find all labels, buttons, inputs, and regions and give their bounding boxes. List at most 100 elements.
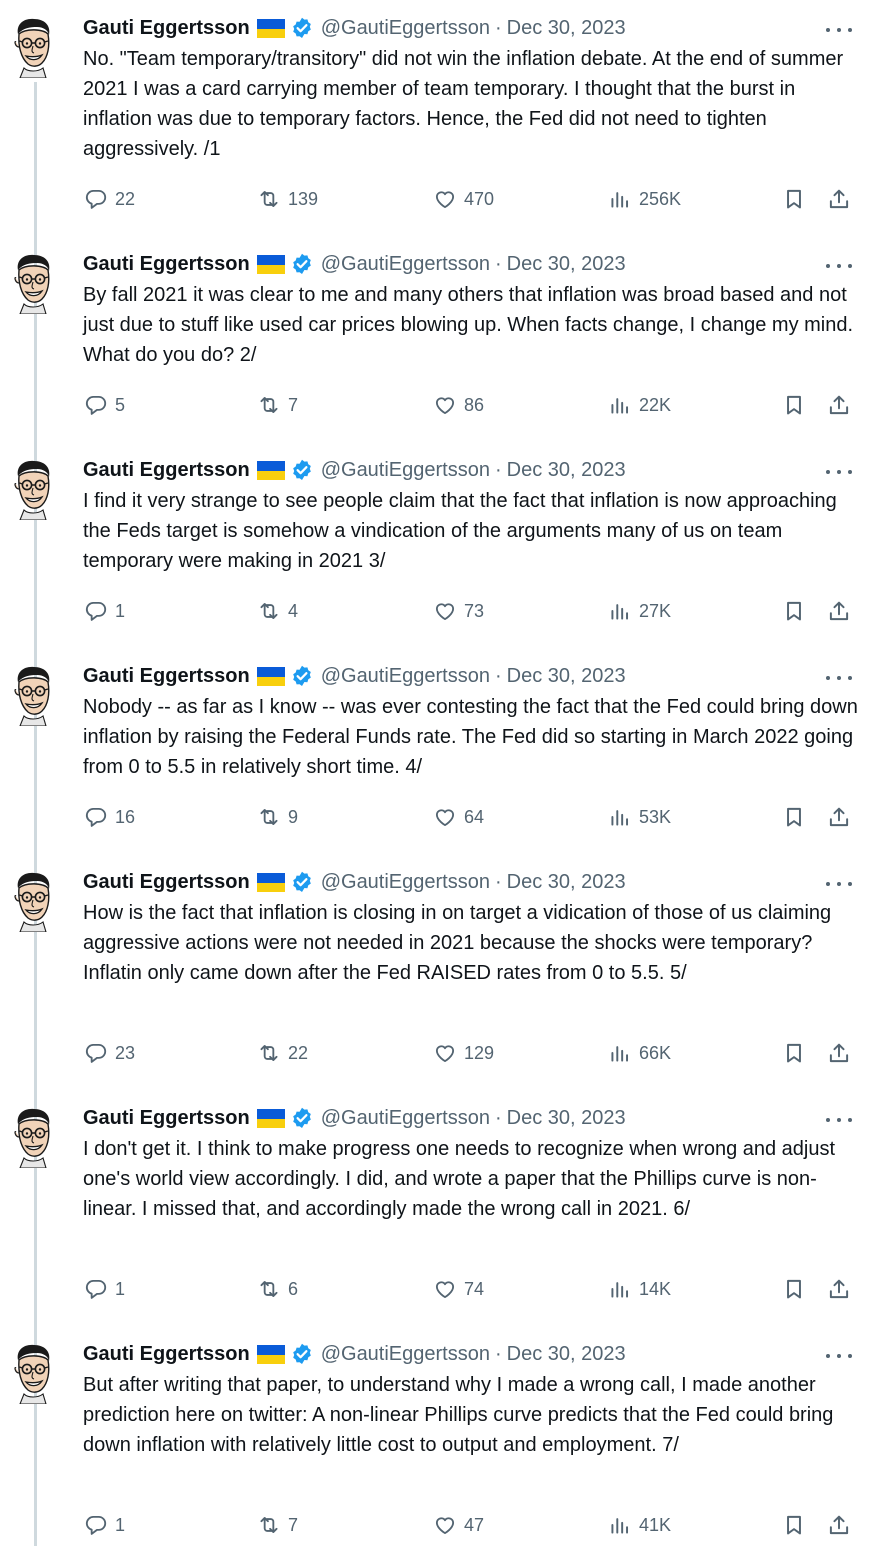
share-button[interactable] bbox=[826, 184, 852, 214]
views-button[interactable]: 256K bbox=[607, 184, 681, 214]
reply-icon bbox=[83, 598, 109, 624]
author-name[interactable]: Gauti Eggertsson bbox=[83, 1340, 250, 1368]
author-handle[interactable]: @GautiEggertsson bbox=[321, 1104, 490, 1132]
reply-button[interactable]: 1 bbox=[83, 596, 125, 626]
share-button[interactable] bbox=[826, 596, 852, 626]
avatar[interactable] bbox=[10, 664, 56, 726]
reply-button[interactable]: 1 bbox=[83, 1510, 125, 1540]
more-icon[interactable] bbox=[826, 468, 852, 476]
tweet-date[interactable]: Dec 30, 2023 bbox=[507, 1340, 626, 1368]
share-icon bbox=[826, 1276, 852, 1302]
author-name[interactable]: Gauti Eggertsson bbox=[83, 1104, 250, 1132]
share-button[interactable] bbox=[826, 1274, 852, 1304]
heart-icon bbox=[432, 392, 458, 418]
tweet-actions: 23 22 129 66K bbox=[0, 1038, 870, 1068]
bookmark-button[interactable] bbox=[781, 802, 807, 832]
reply-button[interactable]: 23 bbox=[83, 1038, 135, 1068]
verified-icon[interactable] bbox=[290, 1106, 314, 1130]
tweet-date[interactable]: Dec 30, 2023 bbox=[507, 662, 626, 690]
bookmark-button[interactable] bbox=[781, 1274, 807, 1304]
views-icon bbox=[607, 598, 633, 624]
views-button[interactable]: 66K bbox=[607, 1038, 671, 1068]
views-button[interactable]: 53K bbox=[607, 802, 671, 832]
bookmark-button[interactable] bbox=[781, 390, 807, 420]
bookmark-icon bbox=[781, 598, 807, 624]
avatar[interactable] bbox=[10, 252, 56, 314]
like-button[interactable]: 73 bbox=[432, 596, 484, 626]
avatar[interactable] bbox=[10, 1342, 56, 1404]
tweet-date[interactable]: Dec 30, 2023 bbox=[507, 1104, 626, 1132]
reply-icon bbox=[83, 392, 109, 418]
avatar[interactable] bbox=[10, 870, 56, 932]
verified-icon[interactable] bbox=[290, 664, 314, 688]
like-button[interactable]: 47 bbox=[432, 1510, 484, 1540]
share-button[interactable] bbox=[826, 390, 852, 420]
retweet-button[interactable]: 4 bbox=[256, 596, 298, 626]
views-button[interactable]: 41K bbox=[607, 1510, 671, 1540]
tweet-date[interactable]: Dec 30, 2023 bbox=[507, 14, 626, 42]
views-button[interactable]: 27K bbox=[607, 596, 671, 626]
retweet-button[interactable]: 6 bbox=[256, 1274, 298, 1304]
like-button[interactable]: 64 bbox=[432, 802, 484, 832]
like-button[interactable]: 470 bbox=[432, 184, 494, 214]
like-button[interactable]: 86 bbox=[432, 390, 484, 420]
more-icon[interactable] bbox=[826, 1116, 852, 1124]
author-handle[interactable]: @GautiEggertsson bbox=[321, 14, 490, 42]
like-count: 129 bbox=[464, 1042, 495, 1063]
author-name[interactable]: Gauti Eggertsson bbox=[83, 456, 250, 484]
retweet-button[interactable]: 139 bbox=[256, 184, 318, 214]
bookmark-button[interactable] bbox=[781, 1038, 807, 1068]
retweet-button[interactable]: 7 bbox=[256, 390, 298, 420]
avatar[interactable] bbox=[10, 1106, 56, 1168]
bookmark-button[interactable] bbox=[781, 596, 807, 626]
reply-button[interactable]: 16 bbox=[83, 802, 135, 832]
reply-button[interactable]: 5 bbox=[83, 390, 125, 420]
verified-icon[interactable] bbox=[290, 1342, 314, 1366]
more-icon[interactable] bbox=[826, 1352, 852, 1360]
retweet-button[interactable]: 7 bbox=[256, 1510, 298, 1540]
author-name[interactable]: Gauti Eggertsson bbox=[83, 868, 250, 896]
author-handle[interactable]: @GautiEggertsson bbox=[321, 868, 490, 896]
verified-icon[interactable] bbox=[290, 870, 314, 894]
tweet-date[interactable]: Dec 30, 2023 bbox=[507, 456, 626, 484]
views-count: 66K bbox=[639, 1042, 672, 1063]
heart-icon bbox=[432, 1276, 458, 1302]
retweet-count: 139 bbox=[288, 188, 319, 209]
author-handle[interactable]: @GautiEggertsson bbox=[321, 456, 490, 484]
more-icon[interactable] bbox=[826, 880, 852, 888]
share-button[interactable] bbox=[826, 1038, 852, 1068]
verified-icon[interactable] bbox=[290, 16, 314, 40]
avatar[interactable] bbox=[10, 16, 56, 78]
views-button[interactable]: 22K bbox=[607, 390, 671, 420]
like-button[interactable]: 74 bbox=[432, 1274, 484, 1304]
retweet-button[interactable]: 9 bbox=[256, 802, 298, 832]
author-name[interactable]: Gauti Eggertsson bbox=[83, 14, 250, 42]
more-icon[interactable] bbox=[826, 26, 852, 34]
author-name[interactable]: Gauti Eggertsson bbox=[83, 662, 250, 690]
views-button[interactable]: 14K bbox=[607, 1274, 671, 1304]
tweet-text: By fall 2021 it was clear to me and many… bbox=[83, 284, 859, 366]
share-button[interactable] bbox=[826, 1510, 852, 1540]
bookmark-button[interactable] bbox=[781, 184, 807, 214]
author-handle[interactable]: @GautiEggertsson bbox=[321, 1340, 490, 1368]
share-button[interactable] bbox=[826, 802, 852, 832]
ukraine-flag-icon bbox=[256, 1108, 285, 1128]
tweet-date[interactable]: Dec 30, 2023 bbox=[507, 250, 626, 278]
tweet-text: I don't get it. I think to make progress… bbox=[83, 1138, 841, 1220]
verified-icon[interactable] bbox=[290, 252, 314, 276]
bookmark-button[interactable] bbox=[781, 1510, 807, 1540]
tweet-date[interactable]: Dec 30, 2023 bbox=[507, 868, 626, 896]
avatar[interactable] bbox=[10, 458, 56, 520]
views-count: 41K bbox=[639, 1514, 672, 1535]
author-handle[interactable]: @GautiEggertsson bbox=[321, 250, 490, 278]
author-name[interactable]: Gauti Eggertsson bbox=[83, 250, 250, 278]
more-icon[interactable] bbox=[826, 674, 852, 682]
reply-button[interactable]: 1 bbox=[83, 1274, 125, 1304]
verified-icon[interactable] bbox=[290, 458, 314, 482]
more-icon[interactable] bbox=[826, 262, 852, 270]
author-handle[interactable]: @GautiEggertsson bbox=[321, 662, 490, 690]
reply-button[interactable]: 22 bbox=[83, 184, 135, 214]
retweet-icon bbox=[256, 598, 282, 624]
like-button[interactable]: 129 bbox=[432, 1038, 494, 1068]
retweet-button[interactable]: 22 bbox=[256, 1038, 308, 1068]
